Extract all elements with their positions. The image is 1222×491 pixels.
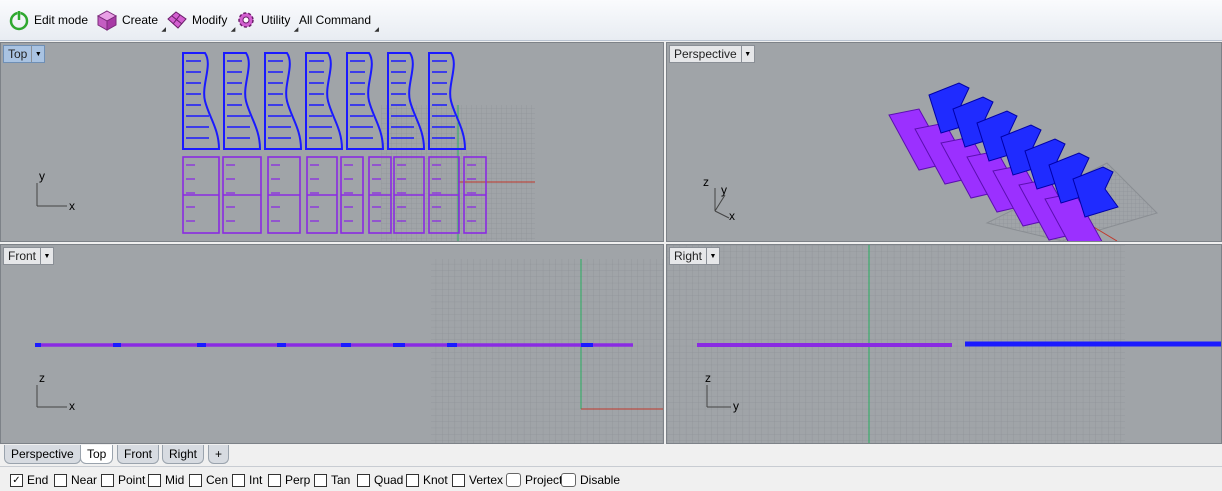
axis-gizmo [36, 183, 67, 207]
all-command-dropdown-icon: ◢ [374, 27, 380, 33]
snap-perp[interactable]: Perp [268, 473, 310, 487]
snap-vertex[interactable]: Vertex [452, 473, 503, 487]
modify-button[interactable]: Modify ◢ [166, 8, 235, 33]
snap-end[interactable]: ✓ End [10, 473, 48, 487]
viewport-menu-icon[interactable]: ▼ [706, 248, 719, 264]
edit-mode-label: Edit mode [34, 13, 89, 27]
viewport-front[interactable]: Front ▼ z x [0, 244, 664, 444]
create-button[interactable]: Create ◢ [96, 8, 166, 33]
all-command-label: All Command [299, 13, 372, 27]
viewport-right[interactable]: Right ▼ z y [666, 244, 1222, 444]
snap-tan[interactable]: Tan [314, 473, 350, 487]
blue-profile-curves [182, 52, 467, 150]
axis-gizmo [36, 385, 67, 408]
checkbox[interactable] [101, 473, 114, 487]
axis-label-z: z [703, 175, 709, 189]
blue-profile [264, 52, 303, 150]
toggle-button[interactable] [561, 473, 576, 487]
osnap-bar: ✓ End Near Point Mid Cen Int Perp Tan Qua… [0, 466, 1222, 491]
blue-profile [346, 52, 385, 150]
axis-label-x: x [729, 209, 735, 223]
checkbox[interactable] [314, 473, 327, 487]
project-toggle[interactable]: Project [506, 473, 562, 487]
edit-mode-button[interactable]: Edit mode [8, 8, 88, 32]
checkbox[interactable] [452, 473, 465, 487]
axis-label-x: x [69, 399, 75, 413]
construction-grid [431, 259, 663, 443]
add-tab-button[interactable]: + [208, 445, 230, 464]
viewport-menu-icon[interactable]: ▼ [740, 46, 754, 62]
disable-toggle[interactable]: Disable [561, 473, 620, 487]
axis-label-z: z [39, 371, 45, 385]
snap-cen[interactable]: Cen [189, 473, 228, 487]
viewport-menu-icon[interactable]: ▼ [31, 46, 44, 62]
gear-icon [238, 12, 254, 28]
viewport-right-canvas [667, 245, 1221, 443]
viewport-perspective[interactable]: Perspective ▼ z y x [666, 42, 1222, 242]
viewport-front-label[interactable]: Front ▼ [3, 247, 55, 265]
axis-label-y: y [733, 399, 739, 413]
axis-label-z: z [705, 371, 711, 385]
power-icon [9, 10, 29, 31]
checkbox[interactable]: ✓ [10, 473, 23, 487]
tab-right[interactable]: Right [162, 445, 205, 464]
modify-label: Modify [192, 13, 228, 27]
main-toolbar: Edit mode Create ◢ Modify ◢ Utility ◢ Al… [0, 0, 1222, 41]
checkbox[interactable] [148, 473, 161, 487]
blue-profile [305, 52, 344, 150]
axis-label-x: x [69, 199, 75, 213]
snap-mid[interactable]: Mid [148, 473, 184, 487]
cube-icon [96, 10, 118, 31]
checkbox[interactable] [357, 473, 370, 487]
checkbox[interactable] [232, 473, 245, 487]
checkbox[interactable] [268, 473, 281, 487]
create-label: Create [122, 13, 159, 27]
viewport-top-canvas [36, 52, 535, 241]
axis-label-y: y [39, 169, 45, 183]
checkbox[interactable] [54, 473, 67, 487]
tab-top[interactable]: Top [80, 445, 114, 464]
snap-near[interactable]: Near [54, 473, 97, 487]
snap-point[interactable]: Point [101, 473, 145, 487]
snap-int[interactable]: Int [232, 473, 262, 487]
viewport-right-label[interactable]: Right ▼ [669, 247, 721, 265]
snap-knot[interactable]: Knot [406, 473, 448, 487]
viewport-front-canvas [35, 259, 663, 443]
viewport-perspective-label[interactable]: Perspective ▼ [669, 45, 755, 63]
blue-profile [223, 52, 262, 150]
utility-dropdown-icon: ◢ [293, 27, 299, 33]
viewport-top[interactable]: Top ▼ y x [0, 42, 664, 242]
viewport-tabs: Perspective Top Front Right + [0, 444, 1222, 464]
snap-quad[interactable]: Quad [357, 473, 403, 487]
modify-shape-icon [167, 11, 187, 29]
toggle-button[interactable] [506, 473, 521, 487]
tab-perspective[interactable]: Perspective [4, 445, 81, 464]
tab-front[interactable]: Front [117, 445, 160, 464]
blue-profile [182, 52, 221, 150]
utility-label: Utility [261, 13, 291, 27]
viewport-perspective-canvas [714, 82, 1158, 241]
all-command-button[interactable]: All Command ◢ [299, 8, 379, 33]
utility-button[interactable]: Utility ◢ [235, 8, 298, 33]
checkbox[interactable] [189, 473, 202, 487]
viewport-menu-icon[interactable]: ▼ [40, 248, 53, 264]
axis-label-y: y [721, 183, 727, 197]
checkbox[interactable] [406, 473, 419, 487]
viewport-top-label[interactable]: Top ▼ [3, 45, 46, 63]
